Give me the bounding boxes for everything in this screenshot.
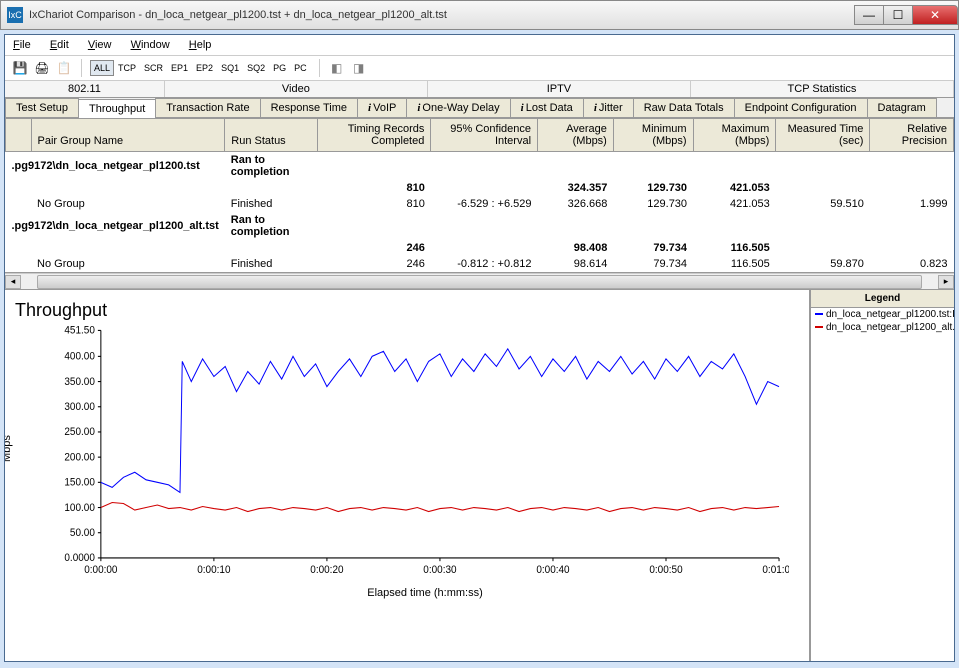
svg-text:0:00:10: 0:00:10	[197, 565, 230, 576]
tab-lost-data[interactable]: iLost Data	[510, 98, 584, 117]
filter-ep2[interactable]: EP2	[192, 60, 217, 76]
legend-pane: Legend dn_loca_netgear_pl1200.tst:Pair 1…	[809, 290, 954, 661]
menu-file[interactable]: File	[13, 39, 31, 51]
svg-text:300.00: 300.00	[64, 402, 95, 413]
minimize-button[interactable]: —	[854, 5, 884, 25]
misc-icon-2[interactable]: ◨	[350, 59, 368, 77]
category-row: 802.11 Video IPTV TCP Statistics	[5, 81, 954, 98]
svg-text:350.00: 350.00	[64, 376, 95, 387]
svg-text:0:01:00: 0:01:00	[762, 565, 789, 576]
filter-tcp[interactable]: TCP	[114, 60, 140, 76]
save-icon[interactable]: 💾	[11, 59, 29, 77]
col-header[interactable]	[6, 119, 32, 152]
col-header[interactable]: Minimum (Mbps)	[613, 119, 693, 152]
legend-item[interactable]: dn_loca_netgear_pl1200_alt.tst:P	[811, 321, 954, 334]
chart-plot: 0.0000 50.00 100.00 150.00 200.00 250.00 300.0…	[51, 325, 789, 585]
legend-title: Legend	[811, 290, 954, 308]
col-header[interactable]: 95% Confidence Interval	[431, 119, 538, 152]
svg-text:200.00: 200.00	[64, 452, 95, 463]
col-header[interactable]: Pair Group Name	[31, 119, 225, 152]
tab-row: Test SetupThroughputTransaction RateResp…	[5, 98, 954, 118]
tab-datagram[interactable]: Datagram	[867, 98, 937, 117]
menubar: File Edit View Window Help	[5, 35, 954, 56]
menu-window[interactable]: Window	[131, 39, 170, 51]
cat-video[interactable]: Video	[165, 81, 428, 97]
filter-ep1[interactable]: EP1	[167, 60, 192, 76]
y-axis-label: Mbps	[5, 435, 13, 462]
cat-iptv[interactable]: IPTV	[428, 81, 691, 97]
data-table-wrap: Pair Group NameRun StatusTiming Records …	[5, 118, 954, 273]
table-row[interactable]: 24698.40879.734116.505	[6, 240, 954, 256]
svg-text:150.00: 150.00	[64, 477, 95, 488]
h-scrollbar[interactable]: ◂ ▸	[5, 273, 954, 289]
svg-text:0:00:40: 0:00:40	[536, 565, 569, 576]
tab-raw-data-totals[interactable]: Raw Data Totals	[633, 98, 735, 117]
titlebar: IxC IxChariot Comparison - dn_loca_netge…	[0, 0, 959, 30]
tab-one-way-delay[interactable]: iOne-Way Delay	[406, 98, 510, 117]
tab-voip[interactable]: iVoIP	[357, 98, 407, 117]
x-axis-label: Elapsed time (h:mm:ss)	[51, 587, 799, 599]
svg-text:50.00: 50.00	[70, 528, 95, 539]
tab-jitter[interactable]: iJitter	[583, 98, 634, 117]
tab-test-setup[interactable]: Test Setup	[5, 98, 79, 117]
table-row[interactable]: No GroupFinished246-0.812 : +0.81298.614…	[6, 256, 954, 272]
filter-sq2[interactable]: SQ2	[243, 60, 269, 76]
svg-text:0:00:50: 0:00:50	[649, 565, 682, 576]
menu-help[interactable]: Help	[189, 39, 212, 51]
window-title: IxChariot Comparison - dn_loca_netgear_p…	[29, 9, 855, 21]
col-header[interactable]: Measured Time (sec)	[776, 119, 870, 152]
scroll-thumb[interactable]	[37, 275, 922, 289]
toolbar: 💾 🖨 📋 ALLTCPSCREP1EP2SQ1SQ2PGPC ◧ ◨	[5, 56, 954, 81]
chart-title: Throughput	[15, 300, 799, 321]
tab-response-time[interactable]: Response Time	[260, 98, 358, 117]
misc-icon-1[interactable]: ◧	[328, 59, 346, 77]
copy-icon[interactable]: 📋	[55, 59, 73, 77]
scroll-left-arrow[interactable]: ◂	[5, 275, 21, 289]
svg-text:0:00:00: 0:00:00	[84, 565, 117, 576]
tab-throughput[interactable]: Throughput	[78, 99, 156, 118]
table-row[interactable]: .pg9172\dn_loca_netgear_pl1200_alt.tstRa…	[6, 212, 954, 240]
svg-text:0.0000: 0.0000	[64, 553, 95, 564]
col-header[interactable]: Maximum (Mbps)	[693, 119, 776, 152]
table-row[interactable]: 810324.357129.730421.053	[6, 180, 954, 196]
maximize-button[interactable]: ☐	[883, 5, 913, 25]
filter-sq1[interactable]: SQ1	[217, 60, 243, 76]
svg-text:0:00:30: 0:00:30	[423, 565, 456, 576]
tab-endpoint-configuration[interactable]: Endpoint Configuration	[734, 98, 868, 117]
table-row[interactable]: .pg9172\dn_loca_netgear_pl1200.tstRan to…	[6, 152, 954, 181]
scroll-right-arrow[interactable]: ▸	[938, 275, 954, 289]
col-header[interactable]: Run Status	[225, 119, 318, 152]
menu-edit[interactable]: Edit	[50, 39, 69, 51]
svg-text:451.50: 451.50	[64, 325, 95, 336]
filter-scr[interactable]: SCR	[140, 60, 167, 76]
col-header[interactable]: Timing Records Completed	[318, 119, 431, 152]
filter-pc[interactable]: PC	[290, 60, 311, 76]
svg-text:250.00: 250.00	[64, 427, 95, 438]
svg-text:0:00:20: 0:00:20	[310, 565, 343, 576]
app-icon: IxC	[7, 7, 23, 23]
filter-all[interactable]: ALL	[90, 60, 114, 76]
legend-item[interactable]: dn_loca_netgear_pl1200.tst:Pair 1	[811, 308, 954, 321]
cat-80211[interactable]: 802.11	[5, 81, 165, 97]
cat-tcpstats[interactable]: TCP Statistics	[691, 81, 954, 97]
close-button[interactable]: ✕	[912, 5, 958, 25]
table-row[interactable]: No GroupFinished810-6.529 : +6.529326.66…	[6, 196, 954, 212]
chart-pane: Throughput Mbps 0.0000 50.00 100.00 150.00 2…	[5, 290, 809, 661]
tab-transaction-rate[interactable]: Transaction Rate	[155, 98, 260, 117]
col-header[interactable]: Relative Precision	[870, 119, 954, 152]
chart-area: Throughput Mbps 0.0000 50.00 100.00 150.00 2…	[5, 289, 954, 661]
filter-pg[interactable]: PG	[269, 60, 290, 76]
col-header[interactable]: Average (Mbps)	[538, 119, 614, 152]
data-table: Pair Group NameRun StatusTiming Records …	[5, 118, 954, 272]
menu-view[interactable]: View	[88, 39, 112, 51]
svg-text:400.00: 400.00	[64, 351, 95, 362]
print-icon[interactable]: 🖨	[33, 59, 51, 77]
svg-text:100.00: 100.00	[64, 502, 95, 513]
